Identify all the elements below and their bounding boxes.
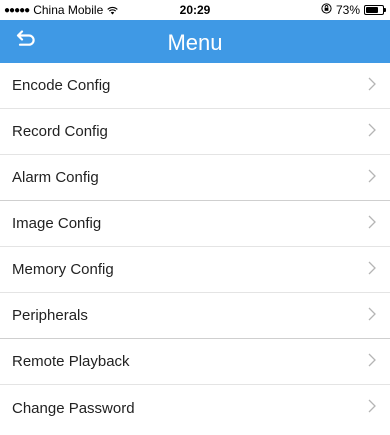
chevron-right-icon [368, 261, 376, 279]
battery-fill [366, 7, 378, 13]
menu-item-label: Change Password [12, 399, 135, 417]
menu-item-remote-playback[interactable]: Remote Playback [0, 339, 390, 385]
battery-percent: 73% [335, 3, 360, 17]
menu-item-label: Encode Config [12, 77, 111, 94]
chevron-right-icon [368, 123, 376, 141]
status-right: 73% [321, 3, 386, 17]
page-title: Menu [167, 30, 223, 55]
menu-item-label: Remote Playback [12, 353, 130, 370]
chevron-right-icon [368, 169, 376, 187]
menu-item-label: Record Config [12, 123, 108, 140]
menu-item-encode-config[interactable]: Encode Config [0, 63, 390, 109]
battery-icon [364, 5, 386, 15]
rotation-lock-icon [321, 3, 332, 17]
menu-item-label: Alarm Config [12, 169, 99, 186]
menu-item-memory-config[interactable]: Memory Config [0, 247, 390, 293]
menu-list: Encode Config Record Config Alarm Config… [0, 63, 390, 431]
battery-nub [384, 8, 386, 12]
menu-item-label: Peripherals [12, 307, 88, 324]
chevron-right-icon [368, 353, 376, 371]
menu-item-label: Image Config [12, 215, 102, 232]
chevron-right-icon [368, 77, 376, 95]
menu-item-alarm-config[interactable]: Alarm Config [0, 155, 390, 201]
menu-item-peripherals[interactable]: Peripherals [0, 293, 390, 339]
menu-item-label: Memory Config [12, 261, 114, 278]
status-bar: ●●●●● China Mobile 20:29 73% [0, 0, 390, 20]
chevron-right-icon [368, 307, 376, 325]
menu-item-image-config[interactable]: Image Config [0, 201, 390, 247]
menu-item-record-config[interactable]: Record Config [0, 109, 390, 155]
chevron-right-icon [368, 215, 376, 233]
menu-item-change-password[interactable]: Change Password [0, 385, 390, 431]
chevron-right-icon [368, 399, 376, 417]
nav-bar: Menu [0, 20, 390, 63]
